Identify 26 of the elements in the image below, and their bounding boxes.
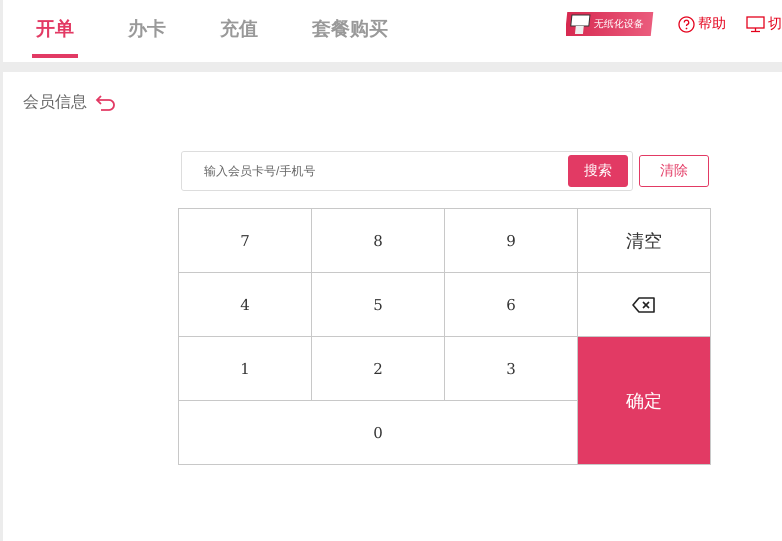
back-icon[interactable] [95, 94, 117, 112]
keypad-key[interactable]: 0 [179, 401, 578, 465]
help-link[interactable]: 帮助 [678, 15, 726, 33]
section-title: 会员信息 [23, 92, 87, 113]
device-label: 无纸化设备 [593, 18, 645, 31]
keypad-key[interactable]: 2 [312, 337, 445, 401]
help-icon [678, 16, 695, 32]
keypad-key[interactable]: 8 [312, 209, 445, 273]
keypad-key[interactable]: 清空 [578, 209, 711, 273]
keypad-key[interactable]: 7 [179, 209, 312, 273]
clear-button[interactable]: 清除 [639, 155, 709, 187]
keypad-key[interactable]: 6 [445, 273, 578, 337]
search-button[interactable]: 搜索 [568, 155, 628, 187]
switch-link[interactable]: 切 [746, 15, 782, 33]
tablet-icon [568, 14, 592, 34]
nav-tab[interactable]: 开单 [32, 0, 78, 58]
keypad-key[interactable]: 5 [312, 273, 445, 337]
backspace-icon [632, 296, 656, 312]
search-field[interactable]: 输入会员卡号/手机号 搜索 [181, 151, 634, 191]
keypad-key[interactable]: 确定 [578, 337, 711, 465]
monitor-icon [746, 16, 765, 32]
device-badge[interactable]: 无纸化设备 [566, 12, 654, 36]
keypad-key[interactable]: 4 [179, 273, 312, 337]
keypad-key[interactable]: 3 [445, 337, 578, 401]
keypad-key[interactable]: 1 [179, 337, 312, 401]
keypad-key[interactable]: 9 [445, 209, 578, 273]
